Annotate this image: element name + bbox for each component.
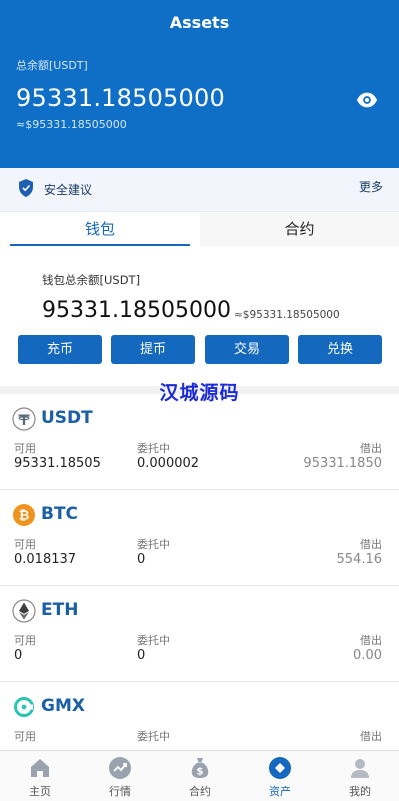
borrowed-label: 借出 xyxy=(360,730,382,743)
page-title: Assets xyxy=(169,13,230,32)
assets-header: Assets 总余额[USDT] 95331.18505000 ≈$95331.… xyxy=(0,0,399,168)
borrowed-value: 0.00 xyxy=(353,648,382,663)
trend-chart-icon xyxy=(109,757,131,779)
total-balance-label: 总余额[USDT] xyxy=(16,59,88,72)
wallet-balance-value: 95331.18505000 xyxy=(42,298,231,323)
entrusted-value: 0.000002 xyxy=(137,456,200,471)
tab-market-label: 行情 xyxy=(109,785,131,798)
tab-contract-nav[interactable]: $ 合约 xyxy=(160,751,240,801)
coin-row-eth[interactable]: ETH 可用 委托中 借出 0 0 0.00 xyxy=(0,586,399,682)
deposit-button[interactable]: 充币 xyxy=(18,335,102,364)
tether-icon xyxy=(12,407,36,431)
tab-assets-label: 资产 xyxy=(269,785,291,798)
bottom-tab-bar: 主页 行情 $ 合约 资产 我的 xyxy=(0,750,399,801)
tab-home-label: 主页 xyxy=(29,785,51,798)
entrusted-label: 委托中 xyxy=(137,730,170,743)
exchange-button[interactable]: 兑换 xyxy=(298,335,382,364)
assets-diamond-icon xyxy=(269,757,291,779)
bitcoin-icon: ₿ xyxy=(13,504,35,526)
security-advice-bar[interactable]: 安全建议 更多 xyxy=(0,168,399,212)
svg-text:₿: ₿ xyxy=(19,509,30,524)
available-label: 可用 xyxy=(14,538,36,551)
available-value: 0 xyxy=(14,648,23,663)
coin-row-usdt[interactable]: USDT 可用 委托中 借出 95331.18505 0.000002 9533… xyxy=(0,394,399,490)
borrowed-value: 95331.1850 xyxy=(303,456,382,471)
available-value: 95331.18505 xyxy=(14,456,101,471)
coin-row-gmx[interactable]: GMX 可用 委托中 借出 xyxy=(0,682,399,750)
wallet-balance-approx: ≈$95331.18505000 xyxy=(234,309,340,321)
available-label: 可用 xyxy=(14,730,36,743)
gmx-icon xyxy=(13,696,35,718)
user-icon xyxy=(351,759,369,778)
entrusted-label: 委托中 xyxy=(137,442,170,455)
total-balance-approx: ≈$95331.18505000 xyxy=(16,118,127,131)
wallet-balance-label: 钱包总余额[USDT] xyxy=(42,273,141,287)
wallet-actions: 充币 提币 交易 兑换 xyxy=(0,335,399,365)
tab-mine[interactable]: 我的 xyxy=(320,751,399,801)
entrusted-label: 委托中 xyxy=(137,538,170,551)
eye-icon[interactable] xyxy=(356,89,378,111)
tab-mine-label: 我的 xyxy=(349,785,371,798)
entrusted-value: 0 xyxy=(137,648,146,663)
home-icon xyxy=(31,759,49,777)
tab-home[interactable]: 主页 xyxy=(0,751,80,801)
coin-symbol: GMX xyxy=(41,696,85,716)
available-label: 可用 xyxy=(14,634,36,647)
withdraw-button[interactable]: 提币 xyxy=(111,335,195,364)
ethereum-icon xyxy=(12,599,36,623)
trade-button[interactable]: 交易 xyxy=(205,335,289,364)
tab-market[interactable]: 行情 xyxy=(80,751,160,801)
tab-assets[interactable]: 资产 xyxy=(240,751,320,801)
coin-symbol: BTC xyxy=(41,504,79,524)
borrowed-label: 借出 xyxy=(360,538,382,551)
tab-contract-label: 合约 xyxy=(189,785,211,798)
tab-wallet[interactable]: 钱包 xyxy=(10,212,190,246)
security-advice-label: 安全建议 xyxy=(44,183,93,197)
borrowed-label: 借出 xyxy=(360,634,382,647)
wallet-summary: 钱包总余额[USDT] 95331.18505000 ≈$95331.18505… xyxy=(0,248,399,386)
available-label: 可用 xyxy=(14,442,36,455)
svg-text:$: $ xyxy=(197,767,204,778)
tab-contract[interactable]: 合约 xyxy=(200,212,399,246)
coin-list: USDT 可用 委托中 借出 95331.18505 0.000002 9533… xyxy=(0,394,399,750)
entrusted-label: 委托中 xyxy=(137,634,170,647)
coin-symbol: ETH xyxy=(41,600,79,620)
coin-row-btc[interactable]: ₿ BTC 可用 委托中 借出 0.018137 0 554.16 xyxy=(0,490,399,586)
total-balance-value: 95331.18505000 xyxy=(16,84,225,112)
shield-icon xyxy=(19,179,33,197)
more-link[interactable]: 更多 xyxy=(359,178,383,195)
money-bag-icon: $ xyxy=(191,758,209,778)
entrusted-value: 0 xyxy=(137,552,146,567)
account-tabs: 钱包 合约 xyxy=(0,212,399,248)
borrowed-value: 554.16 xyxy=(336,552,383,567)
available-value: 0.018137 xyxy=(14,552,77,567)
coin-symbol: USDT xyxy=(41,408,93,428)
borrowed-label: 借出 xyxy=(360,442,382,455)
